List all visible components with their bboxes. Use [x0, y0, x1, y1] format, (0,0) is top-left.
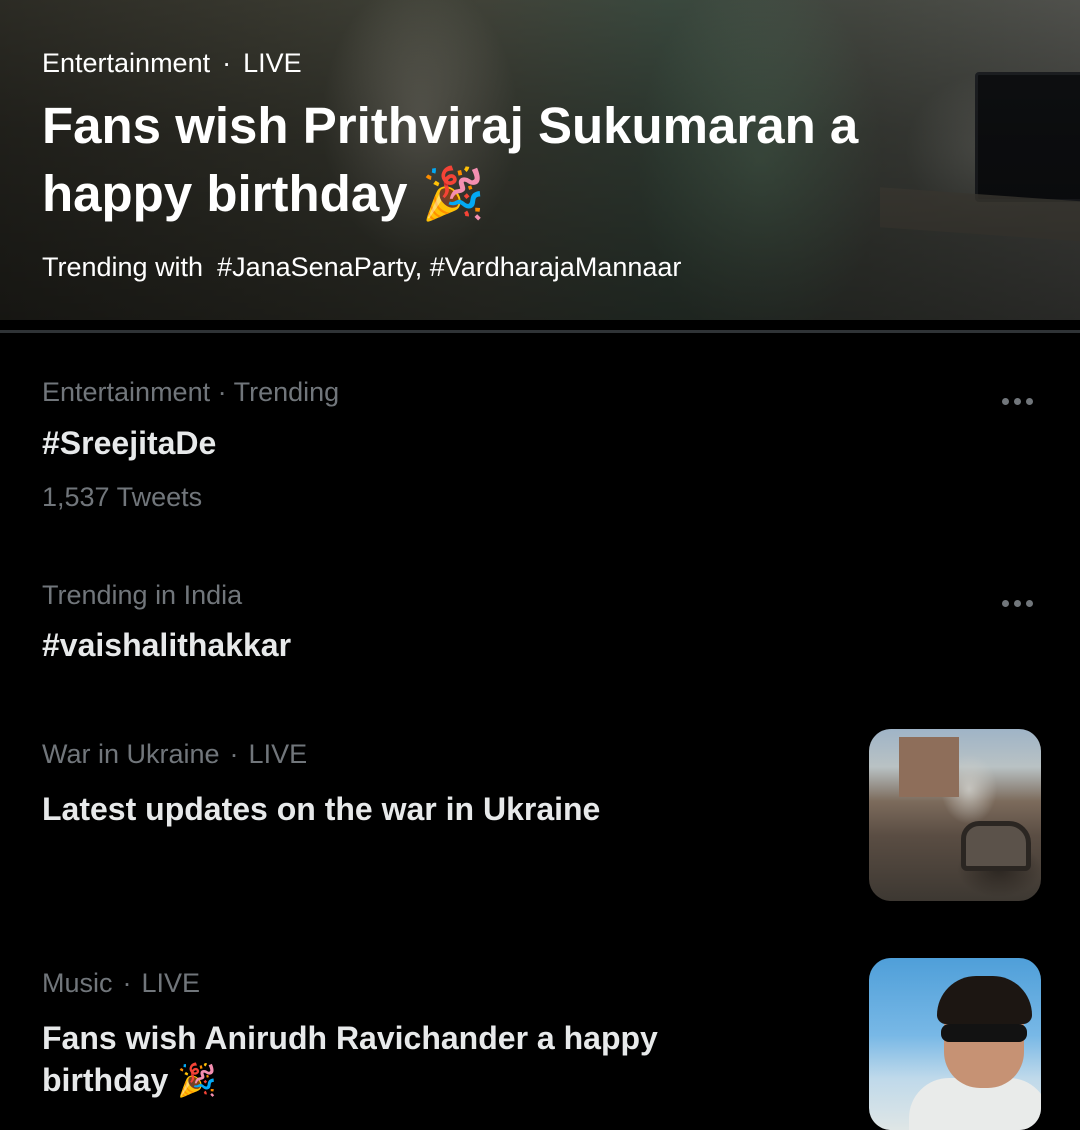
hero-text-block: Entertainment · LIVE Fans wish Prithviraj … [42, 44, 1032, 285]
trend-live-badge: LIVE [248, 739, 308, 769]
hero-trend-card[interactable]: Entertainment · LIVE Fans wish Prithviraj … [0, 0, 1080, 320]
section-divider [0, 330, 1080, 333]
trend-meta: War in Ukraine · LIVE [42, 736, 307, 772]
trend-title-text: birthday [42, 1062, 169, 1098]
trend-category: Music [42, 968, 113, 998]
trend-title[interactable]: Latest updates on the war in Ukraine [42, 788, 600, 830]
hero-title-line-2: happy birthday 🎉 [42, 160, 1032, 229]
trend-title[interactable]: #vaishalithakkar [42, 624, 291, 666]
hero-live-badge: LIVE [243, 48, 302, 78]
trend-category: Trending in India [42, 580, 243, 610]
trend-meta: Music · LIVE [42, 965, 200, 1001]
trend-thumbnail-image[interactable] [869, 958, 1041, 1130]
trend-category: Entertainment · Trending [42, 377, 340, 407]
trend-tweet-count: 1,537 Tweets [42, 482, 203, 512]
hero-trending-tags[interactable]: #JanaSenaParty, #VardharajaMannaar [217, 252, 681, 282]
hero-title-text: happy birthday [42, 165, 408, 222]
hero-meta: Entertainment · LIVE [42, 44, 1032, 82]
party-popper-icon: 🎉 [421, 165, 486, 224]
trend-category: War in Ukraine [42, 739, 220, 769]
trend-title[interactable]: #SreejitaDe [42, 422, 216, 464]
trend-thumbnail-image[interactable] [869, 729, 1041, 901]
more-horizontal-icon[interactable] [992, 590, 1042, 616]
trend-separator: · [229, 739, 239, 769]
trend-separator: · [122, 968, 132, 998]
trend-title-line-2: birthday 🎉 [42, 1059, 217, 1101]
hero-trending-with: Trending with #JanaSenaParty, #Vardharaja… [42, 249, 1032, 285]
hero-title-line-1: Fans wish Prithviraj Sukumaran a [42, 97, 859, 154]
hero-title[interactable]: Fans wish Prithviraj Sukumaran a happy b… [42, 92, 1032, 229]
hero-category: Entertainment [42, 48, 211, 78]
trend-live-badge: LIVE [141, 968, 201, 998]
hero-separator: · [222, 48, 232, 78]
trend-title[interactable]: Fans wish Anirudh Ravichander a happy [42, 1017, 658, 1059]
hero-trending-label: Trending with [42, 252, 204, 282]
more-horizontal-icon[interactable] [992, 388, 1042, 414]
party-popper-icon: 🎉 [177, 1061, 217, 1099]
